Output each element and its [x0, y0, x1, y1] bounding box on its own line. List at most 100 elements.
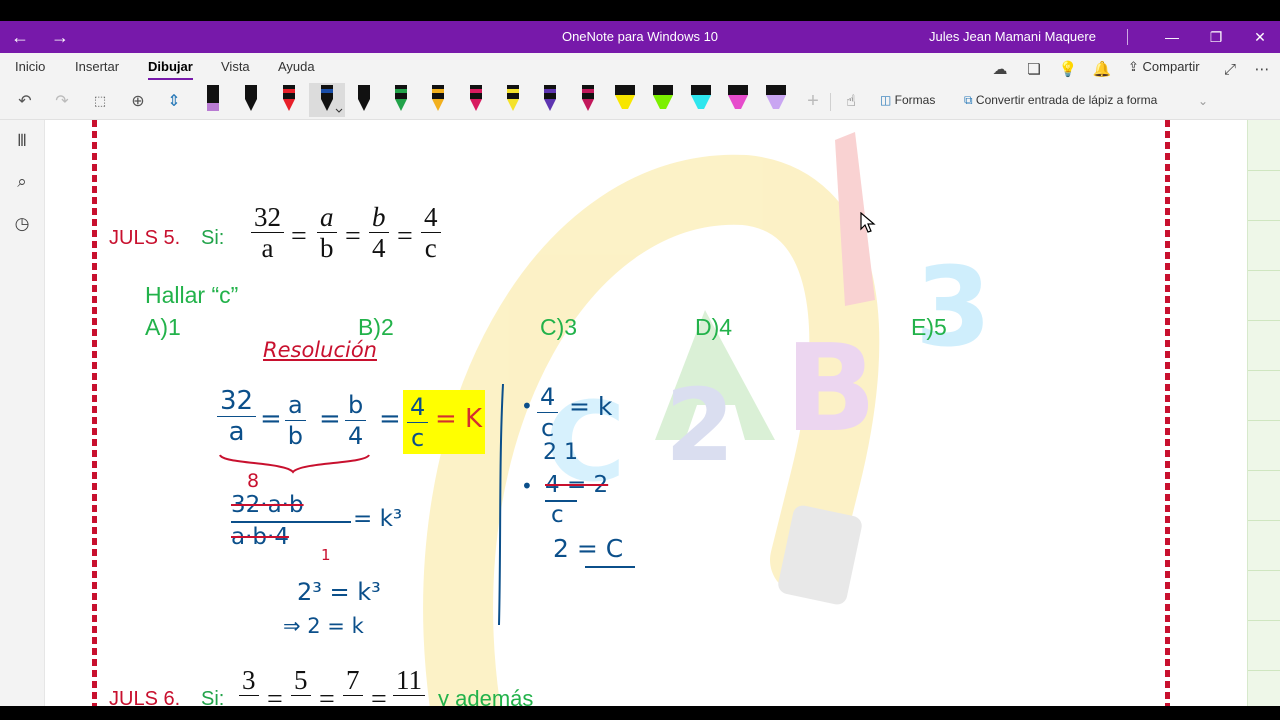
panel-rule — [1248, 370, 1280, 371]
svg-text:3: 3 — [915, 243, 992, 371]
hw-divider — [498, 383, 504, 626]
pen-black-2-icon[interactable] — [349, 83, 379, 117]
p6-fraction-7: 7 — [343, 665, 363, 696]
shapes-icon: ◫ — [880, 93, 895, 107]
minimize-icon[interactable]: — — [1150, 21, 1194, 53]
convert-ink-label: Convertir entrada de lápiz a forma — [975, 93, 1158, 107]
redo-icon[interactable]: ↷ — [45, 85, 79, 117]
tab-ayuda[interactable]: Ayuda — [278, 59, 315, 74]
pen-purple-icon[interactable] — [535, 83, 565, 117]
share-label: Compartir — [1142, 59, 1200, 74]
more-icon[interactable]: ⋯ — [1248, 55, 1276, 83]
tab-dibujar[interactable]: Dibujar — [148, 59, 193, 80]
toolbar-divider — [830, 93, 831, 111]
undo-icon[interactable]: ↶ — [8, 85, 42, 117]
fraction-numerator: 7 — [343, 665, 363, 696]
hw-num: 4 — [407, 392, 429, 423]
fraction-denominator: 4 — [372, 233, 386, 263]
lasso-select-icon[interactable]: ⬚ — [83, 85, 117, 117]
fraction-numerator: 11 — [393, 665, 425, 696]
red-border-left — [92, 120, 97, 706]
tab-inicio[interactable]: Inicio — [15, 59, 45, 74]
option-c: C)3 — [540, 314, 578, 340]
restore-icon[interactable]: ❐ — [1194, 21, 1238, 53]
pen-green-icon[interactable] — [386, 83, 416, 117]
equals-sign: = — [397, 221, 413, 252]
hw-fraction-a-b: a b — [285, 390, 306, 451]
tab-vista[interactable]: Vista — [221, 59, 250, 74]
notebooks-icon[interactable]: 𝍫 — [8, 128, 36, 156]
pen-red-icon[interactable] — [274, 83, 304, 117]
panel-rule — [1248, 220, 1280, 221]
hw-one: 1 — [321, 546, 331, 564]
shapes-label: Formas — [894, 93, 936, 107]
option-d: D)4 — [695, 314, 733, 340]
problem-5-label: JULS 5. — [109, 227, 181, 249]
fullscreen-icon[interactable]: ⤢ — [1216, 55, 1244, 83]
highlighter-yellow-icon[interactable] — [610, 83, 640, 117]
bell-icon[interactable]: 🔔 — [1088, 55, 1116, 83]
fraction-32-a: 32 a — [251, 202, 284, 263]
hw-fraction-b-4: b 4 — [345, 390, 367, 451]
highlighter-pink-icon[interactable] — [723, 83, 753, 117]
hw-den: a — [228, 417, 245, 447]
recent-icon[interactable]: ◷ — [8, 210, 36, 238]
tab-insertar[interactable]: Insertar — [75, 59, 119, 74]
panel-rule — [1248, 270, 1280, 271]
user-name[interactable]: Jules Jean Mamani Maquere — [880, 21, 1145, 53]
red-border-right — [1165, 120, 1170, 706]
pen-orange-icon[interactable] — [423, 83, 453, 117]
note-canvas[interactable]: 3 2 B C JULS 5. Si: 32 a = a b = b 4 = 4… — [45, 120, 1247, 706]
add-pen-icon[interactable]: + — [796, 85, 830, 117]
equals-sign: = — [291, 221, 307, 252]
pen-black-icon[interactable] — [236, 83, 266, 117]
chevron-down-icon[interactable]: ⌄ — [1186, 85, 1220, 117]
hw-right-result: 2 = C — [553, 534, 624, 563]
pen-eraser-icon[interactable] — [198, 83, 228, 117]
pen-magenta-icon[interactable] — [573, 83, 603, 117]
ribbon: Inicio Insertar Dibujar Vista Ayuda ☁ ❏ … — [0, 53, 1280, 120]
search-icon[interactable]: ⌕ — [8, 168, 36, 196]
problem-6-si: Si: — [201, 688, 225, 706]
equals-sign: = — [267, 684, 283, 706]
fraction-denominator: b — [320, 233, 334, 263]
add-space-icon[interactable]: ⇕ — [157, 85, 191, 117]
share-button[interactable]: ⇪ Compartir — [1128, 59, 1200, 75]
resolution-heading: Resolución — [263, 338, 377, 362]
highlighter-cyan-icon[interactable] — [686, 83, 716, 117]
lightbulb-icon[interactable]: 💡 — [1054, 55, 1082, 83]
fraction-numerator: 32 — [251, 202, 284, 233]
convert-ink-button[interactable]: ⧉ Convertir entrada de lápiz a forma — [964, 93, 1157, 108]
hw-fraction-bar — [231, 521, 351, 523]
hw-num: a — [285, 390, 306, 421]
highlighter-lavender-icon[interactable] — [761, 83, 791, 117]
title-bar: ← → OneNote para Windows 10 Jules Jean M… — [0, 21, 1280, 53]
problem-5-si: Si: — [201, 227, 225, 249]
insert-space-icon[interactable]: ⊕ — [121, 85, 155, 117]
highlighter-green-icon[interactable] — [648, 83, 678, 117]
option-a: A)1 — [145, 314, 181, 340]
panel-rule — [1248, 420, 1280, 421]
left-nav: 𝍫 ⌕ ◷ — [0, 120, 45, 706]
problem-6-trailing: y además — [438, 686, 534, 706]
equals-sign: = — [371, 684, 387, 706]
hw-c: c — [551, 502, 564, 528]
p6-fraction-3: 3 — [239, 665, 259, 696]
sync-icon[interactable]: ☁ — [986, 55, 1014, 83]
hw-product-top: 32·a·b — [231, 492, 304, 518]
hw-right-fraction: 4 c — [537, 382, 559, 443]
pen-yellow-icon[interactable] — [498, 83, 528, 117]
page-list-panel[interactable] — [1247, 120, 1280, 706]
hw-bullet: • — [521, 394, 533, 418]
hw-fraction-4-c: 4 c — [407, 392, 429, 453]
close-icon[interactable]: ✕ — [1238, 21, 1280, 53]
touch-draw-icon[interactable]: ☝ — [834, 85, 868, 117]
pen-selected-icon[interactable] — [309, 83, 345, 117]
pen-pink-icon[interactable] — [461, 83, 491, 117]
page-icon[interactable]: ❏ — [1020, 55, 1048, 83]
hw-den: c — [411, 424, 425, 452]
fraction-denominator: c — [424, 233, 437, 263]
draw-toolbar: ↶ ↷ ⬚ ⊕ ⇕ + ☝ ◫ Formas ⧉ Convertir entra… — [0, 83, 1280, 119]
question-text: Hallar “c” — [145, 282, 239, 308]
shapes-button[interactable]: ◫ Formas — [880, 93, 935, 107]
